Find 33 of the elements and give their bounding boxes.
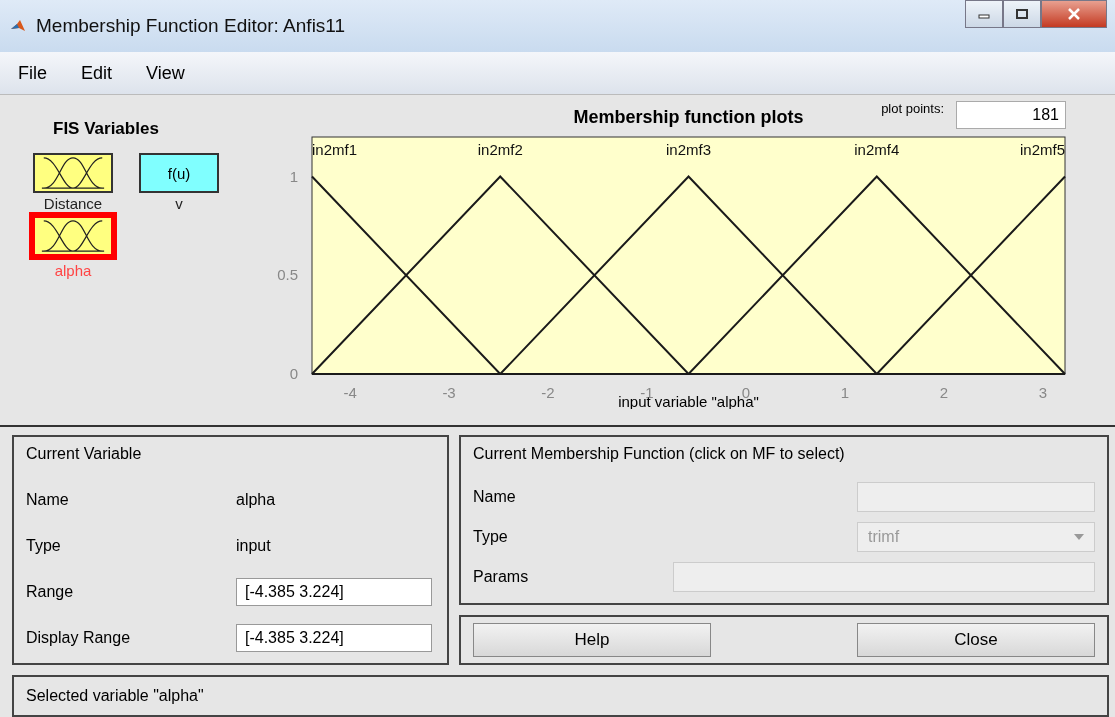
field-label: Name xyxy=(473,488,517,506)
chart-title: Membership function plots xyxy=(573,107,804,127)
field-label: Type xyxy=(473,528,509,546)
panel-title: Current Membership Function (click on MF to select) xyxy=(473,445,846,463)
field-label: Range xyxy=(26,583,75,601)
x-tick-label: 3 xyxy=(1038,384,1047,401)
y-tick-label: 0.5 xyxy=(277,266,298,284)
x-tick-label: 2 xyxy=(939,384,949,401)
x-tick-label: -4 xyxy=(343,384,357,401)
panel-title: Current Variable xyxy=(26,445,143,463)
membership-function-label: in2mf2 xyxy=(477,141,523,158)
variable-name: Distance xyxy=(43,195,103,212)
membership-function-label: in2mf1 xyxy=(312,141,358,158)
window-title: Membership Function Editor: Anfis11 xyxy=(36,15,346,37)
variable-name-value: alpha xyxy=(236,491,276,509)
field-label: Name xyxy=(26,491,70,509)
y-tick-label: 1 xyxy=(289,167,298,185)
x-tick-label: -2 xyxy=(541,384,555,401)
membership-function-label: in2mf5 xyxy=(1019,141,1065,158)
membership-function-label: in2mf4 xyxy=(854,141,900,158)
x-tick-label: -3 xyxy=(442,384,456,401)
x-tick-label: 1 xyxy=(840,384,850,401)
field-label: Display Range xyxy=(26,629,132,647)
status-text: Selected variable "alpha" xyxy=(26,687,204,705)
membership-function-label: in2mf3 xyxy=(666,141,712,158)
fis-variables-heading: FIS Variables xyxy=(53,119,160,139)
variable-name: v xyxy=(175,195,183,212)
variable-type-value: input xyxy=(236,537,271,555)
field-label: Type xyxy=(26,537,62,555)
field-label: Params xyxy=(473,568,530,586)
plot-points-label: plot points: xyxy=(881,101,944,116)
y-tick-label: 0 xyxy=(289,365,298,382)
variable-name: alpha xyxy=(54,262,92,279)
